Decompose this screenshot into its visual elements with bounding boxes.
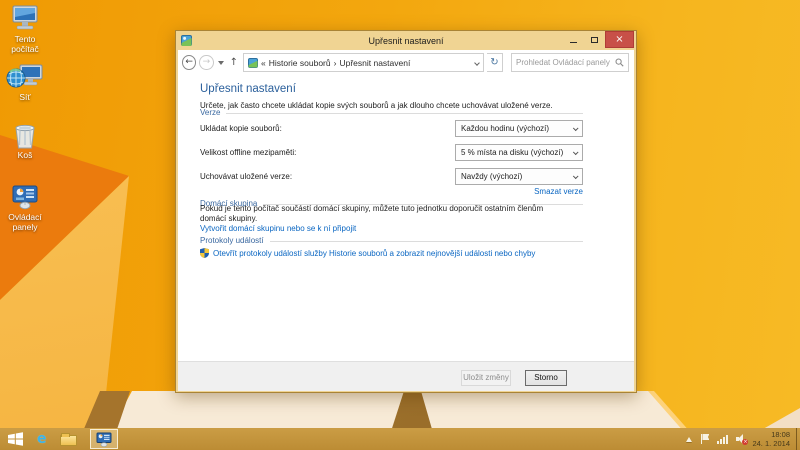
desktop-icon-this-pc[interactable]: Tento počítač: [0, 4, 50, 54]
action-center-flag-icon[interactable]: [700, 434, 709, 444]
network-signal-icon[interactable]: [717, 435, 728, 444]
desktop-icon-recycle-bin[interactable]: Koš: [0, 122, 50, 161]
desktop-icon-network[interactable]: Síť: [0, 62, 50, 103]
group-event-logs: Protokoly událostí: [200, 236, 583, 245]
group-event-logs-label: Protokoly událostí: [200, 236, 264, 245]
desktop-icon-control-panel[interactable]: Ovládací panely: [0, 184, 50, 232]
taskbar: e ×: [0, 428, 800, 450]
clock-time: 18:08: [752, 430, 790, 439]
taskbar-clock[interactable]: 18:08 24. 1. 2014: [752, 430, 790, 448]
back-button[interactable]: ←: [182, 55, 196, 70]
show-desktop-button[interactable]: [796, 428, 800, 450]
recent-pages-chevron-icon[interactable]: [218, 61, 224, 65]
group-versions-label: Verze: [200, 108, 220, 117]
keep-versions-dropdown[interactable]: Navždy (výchozí): [455, 168, 583, 185]
keep-versions-value: Navždy (výchozí): [461, 172, 522, 181]
setting-label-offline-cache: Velikost offline mezipaměti:: [200, 144, 296, 161]
desktop[interactable]: Tento počítač Síť Koš: [0, 0, 800, 450]
minimize-icon: [570, 42, 577, 43]
internet-explorer-icon: e: [37, 431, 47, 447]
minimize-button[interactable]: [563, 31, 584, 48]
address-bar[interactable]: « Historie souborů › Upřesnit nastavení: [243, 53, 484, 72]
clean-up-versions-link[interactable]: Smazat verze: [534, 187, 583, 196]
group-divider: [270, 241, 583, 242]
computer-icon: [0, 4, 50, 34]
dialog-footer: Uložit změny Storno: [178, 361, 634, 391]
volume-muted-icon[interactable]: ×: [736, 434, 747, 444]
uac-shield-icon: [200, 248, 209, 258]
windows-logo-icon: [7, 432, 24, 446]
cancel-button[interactable]: Storno: [525, 370, 567, 386]
taskbar-internet-explorer[interactable]: e: [37, 428, 47, 450]
control-panel-taskbar-icon: [96, 432, 112, 447]
refresh-button[interactable]: ↻: [487, 53, 503, 72]
address-location-icon: [248, 58, 258, 68]
close-button[interactable]: ×: [605, 31, 634, 48]
group-versions: Verze: [200, 108, 583, 117]
offline-cache-dropdown[interactable]: 5 % místa na disku (výchozí): [455, 144, 583, 161]
save-changes-button[interactable]: Uložit změny: [461, 370, 511, 386]
forward-button[interactable]: →: [199, 55, 213, 70]
page-title: Upřesnit nastavení: [200, 83, 296, 95]
show-hidden-icons-icon[interactable]: [686, 437, 692, 442]
recycle-bin-icon: [0, 122, 50, 150]
up-button[interactable]: ↑: [230, 57, 238, 68]
window-titlebar[interactable]: Upřesnit nastavení ×: [178, 31, 634, 50]
save-copies-value: Každou hodinu (výchozí): [461, 124, 549, 133]
taskbar-file-explorer[interactable]: [60, 428, 77, 450]
maximize-icon: [591, 37, 598, 43]
folder-icon: [60, 435, 77, 446]
navigation-bar: ← → ↑ « Historie souborů › Upřesnit nast…: [178, 50, 634, 75]
desktop-icon-label: Ovládací panely: [0, 213, 50, 232]
breadcrumb-separator-icon: ›: [334, 58, 337, 68]
desktop-icon-label: Koš: [0, 151, 50, 161]
control-panel-icon: [0, 184, 50, 212]
clock-date: 24. 1. 2014: [752, 439, 790, 448]
setting-label-save-copies: Ukládat kopie souborů:: [200, 120, 282, 137]
setting-label-keep-versions: Uchovávat uložené verze:: [200, 168, 292, 185]
group-divider: [226, 113, 583, 114]
breadcrumb-advanced-settings[interactable]: Upřesnit nastavení: [339, 58, 410, 68]
control-panel-window: Upřesnit nastavení × ← → ↑ « Histor: [175, 30, 637, 393]
create-homegroup-link[interactable]: Vytvořit domácí skupinu nebo se k ní při…: [200, 224, 356, 233]
chevron-down-icon: [573, 149, 579, 155]
close-icon: ×: [615, 34, 623, 45]
chevron-down-icon: [573, 125, 579, 131]
desktop-icon-label: Síť: [0, 93, 50, 103]
homegroup-description: Pokud je tento počítač součástí domácí s…: [200, 204, 562, 223]
offline-cache-value: 5 % místa na disku (výchozí): [461, 148, 563, 157]
maximize-button[interactable]: [584, 31, 605, 48]
search-input[interactable]: [516, 58, 615, 67]
window-content: Upřesnit nastavení Určete, jak často chc…: [178, 75, 634, 391]
start-button[interactable]: [7, 428, 24, 450]
breadcrumb-prefix: «: [261, 58, 266, 68]
save-copies-dropdown[interactable]: Každou hodinu (výchozí): [455, 120, 583, 137]
network-icon: [0, 62, 50, 92]
system-tray: ×: [686, 434, 747, 444]
search-box[interactable]: [511, 53, 629, 72]
address-dropdown-chevron-icon[interactable]: [474, 60, 480, 66]
open-event-logs-link[interactable]: Otevřít protokoly událostí služby Histor…: [213, 249, 535, 258]
desktop-icon-label: Tento počítač: [0, 35, 50, 54]
search-icon: [615, 58, 624, 67]
chevron-down-icon: [573, 173, 579, 179]
taskbar-control-panel-active[interactable]: [90, 429, 118, 449]
breadcrumb-file-history[interactable]: Historie souborů: [269, 58, 331, 68]
